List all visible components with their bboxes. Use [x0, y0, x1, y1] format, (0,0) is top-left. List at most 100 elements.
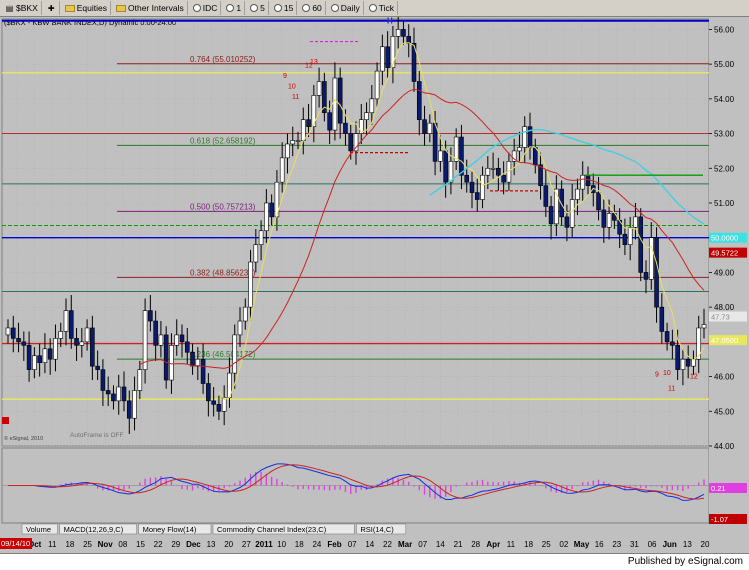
candle-body [675, 345, 680, 370]
candle-body [685, 358, 691, 367]
candle-body [105, 390, 111, 395]
date-tick-label: 25 [542, 540, 551, 549]
interval-daily[interactable]: Daily [328, 1, 364, 15]
candle-body [438, 150, 443, 162]
candle-body [158, 334, 164, 346]
date-tick-label: 15 [136, 540, 145, 549]
date-tick-label: 21 [454, 540, 463, 549]
radio-icon [250, 4, 259, 12]
candle-body [401, 29, 406, 37]
candle-body [559, 188, 564, 218]
interval-60[interactable]: 60 [299, 1, 326, 15]
date-tick-label: 20 [224, 540, 233, 549]
candle-body [548, 206, 554, 225]
symbol-box[interactable]: ▤ $BKX [2, 1, 42, 15]
price-tick-label: 54.00 [714, 95, 735, 104]
add-button[interactable]: ✚ [44, 1, 60, 15]
interval-5[interactable]: 5 [247, 1, 269, 15]
radio-icon [330, 4, 339, 12]
interval-tick[interactable]: Tick [366, 1, 398, 15]
candle-body [121, 386, 127, 402]
price-tick-label: 56.00 [714, 25, 735, 34]
other-intervals-menu[interactable]: Other Intervals [113, 1, 188, 15]
daily-label: Daily [340, 3, 360, 13]
one-label: 1 [236, 3, 242, 13]
date-tick-label: 27 [242, 540, 251, 549]
date-tick-label: 13 [207, 540, 216, 549]
candle-body [63, 310, 69, 332]
count-marker-label: 11 [292, 94, 299, 101]
date-tick-label: Mar [398, 540, 412, 549]
candle-body [332, 77, 338, 131]
candle-body [501, 174, 506, 183]
fib-level-label: 0.382 (48.856232) [190, 268, 256, 277]
count-marker-label: 12 [690, 373, 698, 380]
price-tick-label: 45.00 [714, 407, 735, 416]
candle-body [211, 400, 216, 405]
candle-body [701, 324, 707, 329]
candle-body [300, 119, 306, 141]
price-tag-label: 50.0000 [711, 234, 738, 243]
candle-body [126, 400, 132, 419]
plus-icon: ✚ [47, 3, 55, 13]
date-tick-label: Apr [486, 540, 500, 549]
interval-1[interactable]: 1 [223, 1, 246, 15]
interval-15[interactable]: 15 [271, 1, 298, 15]
price-tick-label: 48.00 [714, 303, 735, 312]
candle-body [638, 216, 644, 273]
date-tick-label: Dec [186, 540, 201, 549]
chart-area[interactable]: ($BKX - KBW BANK INDEX,D) Dynamic 0:00-2… [0, 17, 749, 553]
count-marker-label: 11 [668, 385, 675, 392]
candle-body [385, 46, 390, 68]
candle-body [79, 341, 85, 346]
candle-body [248, 261, 253, 308]
price-tag-label: 47.73 [711, 313, 730, 322]
candle-body [111, 393, 116, 402]
candle-body [596, 192, 601, 211]
candle-body [474, 192, 480, 200]
price-tick-label: 52.00 [714, 164, 735, 173]
equities-menu[interactable]: Equities [62, 1, 111, 15]
date-tick-label: 18 [524, 540, 533, 549]
candle-body [395, 29, 401, 37]
candle-body [253, 244, 259, 263]
candle-body [68, 310, 74, 339]
candle-body [564, 216, 570, 228]
esignal-label: © eSignal, 2010 [4, 435, 43, 442]
top-marker-label: H [387, 17, 393, 26]
alert-icon [2, 417, 9, 424]
status-bar: Published by eSignal.com [0, 553, 749, 570]
candle-body [422, 119, 427, 134]
interval-idc[interactable]: IDC [190, 1, 222, 15]
candle-body [327, 112, 332, 131]
candle-body [606, 213, 612, 228]
date-tick-label: May [574, 540, 590, 549]
candle-body [26, 345, 32, 370]
candle-body [285, 143, 290, 159]
date-tick-label: 10 [277, 540, 286, 549]
date-tick-label: 13 [683, 540, 692, 549]
radio-icon [226, 4, 235, 12]
folder-icon [116, 4, 126, 12]
candle-body [648, 237, 654, 280]
study-tab-label: Commodity Channel Index(23,C) [217, 525, 327, 534]
candle-body [569, 199, 575, 228]
candle-body [95, 365, 100, 370]
price-tick-label: 49.00 [714, 268, 735, 277]
date-tick-label: 2011 [255, 540, 273, 549]
candle-body [179, 334, 185, 343]
candle-body [364, 112, 369, 120]
candle-body [232, 334, 238, 374]
count-marker-label: 10 [288, 83, 296, 90]
date-tick-label: 07 [418, 540, 427, 549]
candle-body [53, 338, 58, 360]
date-stamp-label: 09/14/10 [1, 539, 30, 548]
other-intervals-label: Other Intervals [128, 3, 184, 13]
candle-body [163, 334, 169, 381]
candle-body [58, 331, 64, 339]
candle-body [374, 70, 380, 100]
macd-tag-label: 0.21 [711, 484, 726, 493]
fib-level-label: 0.236 (46.504172) [190, 350, 256, 359]
candle-body [116, 386, 122, 402]
candle-body [169, 345, 174, 381]
